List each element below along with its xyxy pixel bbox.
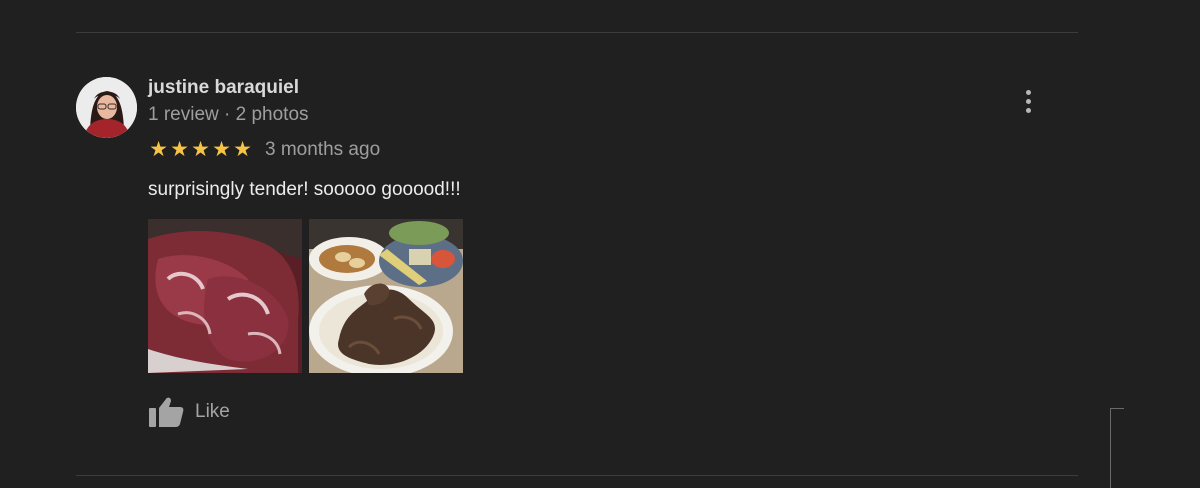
- reviewer-meta: 1 review · 2 photos: [148, 104, 309, 125]
- thumbs-up-icon: [149, 397, 184, 427]
- star-icon: ★: [233, 138, 252, 161]
- rating-row: ★ ★ ★ ★ ★ 3 months ago: [148, 139, 380, 161]
- review-photo-raw-meat[interactable]: [148, 219, 302, 373]
- star-icon: ★: [212, 138, 231, 161]
- scrollbar[interactable]: [1110, 408, 1124, 488]
- review-text: surprisingly tender! sooooo gooood!!!: [148, 179, 461, 200]
- top-divider: [76, 32, 1078, 33]
- reviewer-name[interactable]: justine baraquiel: [148, 77, 299, 99]
- review-time: 3 months ago: [265, 139, 381, 160]
- star-icon: ★: [149, 138, 168, 161]
- more-options-button[interactable]: [1014, 86, 1042, 116]
- star-rating: ★ ★ ★ ★ ★: [148, 139, 253, 161]
- like-label: Like: [195, 401, 230, 422]
- more-vertical-icon-dot: [1025, 98, 1031, 104]
- avatar[interactable]: [76, 77, 137, 138]
- more-vertical-icon-dot: [1025, 107, 1031, 113]
- review-photo-cooked-meal[interactable]: [309, 219, 463, 373]
- star-icon: ★: [170, 138, 189, 161]
- like-button[interactable]: Like: [148, 396, 230, 428]
- more-vertical-icon: [1025, 89, 1031, 95]
- review-panel: justine baraquiel 1 review · 2 photos ★ …: [0, 0, 1200, 488]
- bottom-divider: [76, 475, 1078, 476]
- star-icon: ★: [191, 138, 210, 161]
